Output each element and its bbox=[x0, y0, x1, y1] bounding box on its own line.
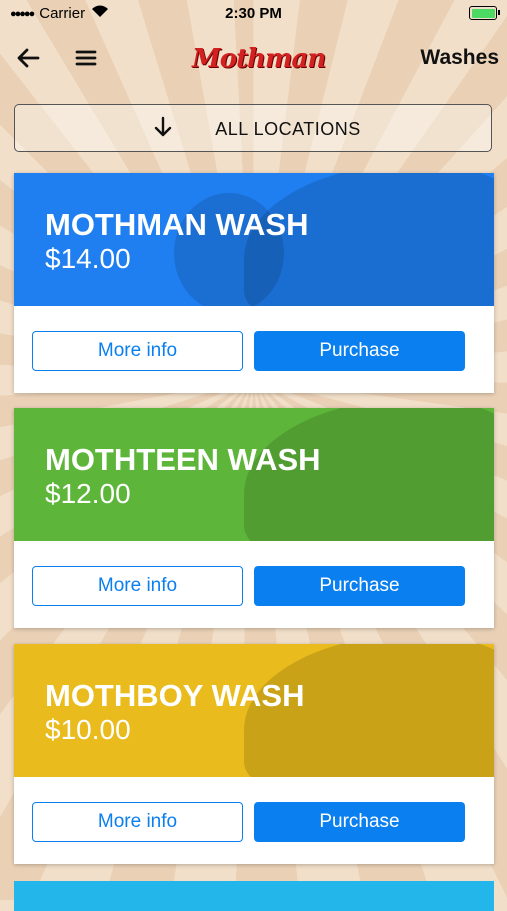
status-time: 2:30 PM bbox=[225, 5, 282, 22]
wash-price: $14.00 bbox=[45, 243, 131, 274]
more-info-button[interactable]: More info bbox=[32, 566, 243, 606]
purchase-button[interactable]: Purchase bbox=[254, 802, 465, 842]
wash-card-banner: MOTHTEEN WASH $12.00 bbox=[14, 408, 494, 541]
wash-card: MOTHBOY WASH $10.00 More info Purchase bbox=[14, 644, 494, 864]
wash-card-partial[interactable] bbox=[14, 881, 494, 911]
brand-logo: Mothman bbox=[192, 44, 326, 74]
hamburger-menu-icon[interactable] bbox=[70, 42, 102, 74]
back-arrow-icon[interactable] bbox=[12, 42, 44, 74]
wash-card-banner: MOTHBOY WASH $10.00 bbox=[14, 644, 494, 777]
battery-icon bbox=[469, 6, 500, 20]
wash-card-banner: MOTHMAN WASH $14.00 bbox=[14, 173, 494, 306]
wash-price: $10.00 bbox=[45, 714, 131, 745]
location-filter-label: ALL LOCATIONS bbox=[215, 119, 361, 139]
purchase-button[interactable]: Purchase bbox=[254, 566, 465, 606]
battery-level bbox=[471, 8, 495, 18]
more-info-button[interactable]: More info bbox=[32, 802, 243, 842]
status-bar: ●●●●● Carrier 2:30 PM bbox=[0, 0, 507, 28]
location-filter-button[interactable]: ALL LOCATIONS bbox=[14, 104, 492, 152]
purchase-button[interactable]: Purchase bbox=[254, 331, 465, 371]
more-info-button[interactable]: More info bbox=[32, 331, 243, 371]
nav-bar: Mothman Washes bbox=[0, 36, 507, 80]
wash-price: $12.00 bbox=[45, 478, 131, 509]
wash-card: MOTHTEEN WASH $12.00 More info Purchase bbox=[14, 408, 494, 628]
battery-cap bbox=[498, 10, 500, 15]
page-title: Washes bbox=[420, 46, 499, 69]
wash-name: MOTHBOY WASH bbox=[45, 678, 305, 713]
wash-name: MOTHMAN WASH bbox=[45, 207, 309, 242]
wash-name: MOTHTEEN WASH bbox=[45, 442, 321, 477]
wash-card: MOTHMAN WASH $14.00 More info Purchase bbox=[14, 173, 494, 393]
